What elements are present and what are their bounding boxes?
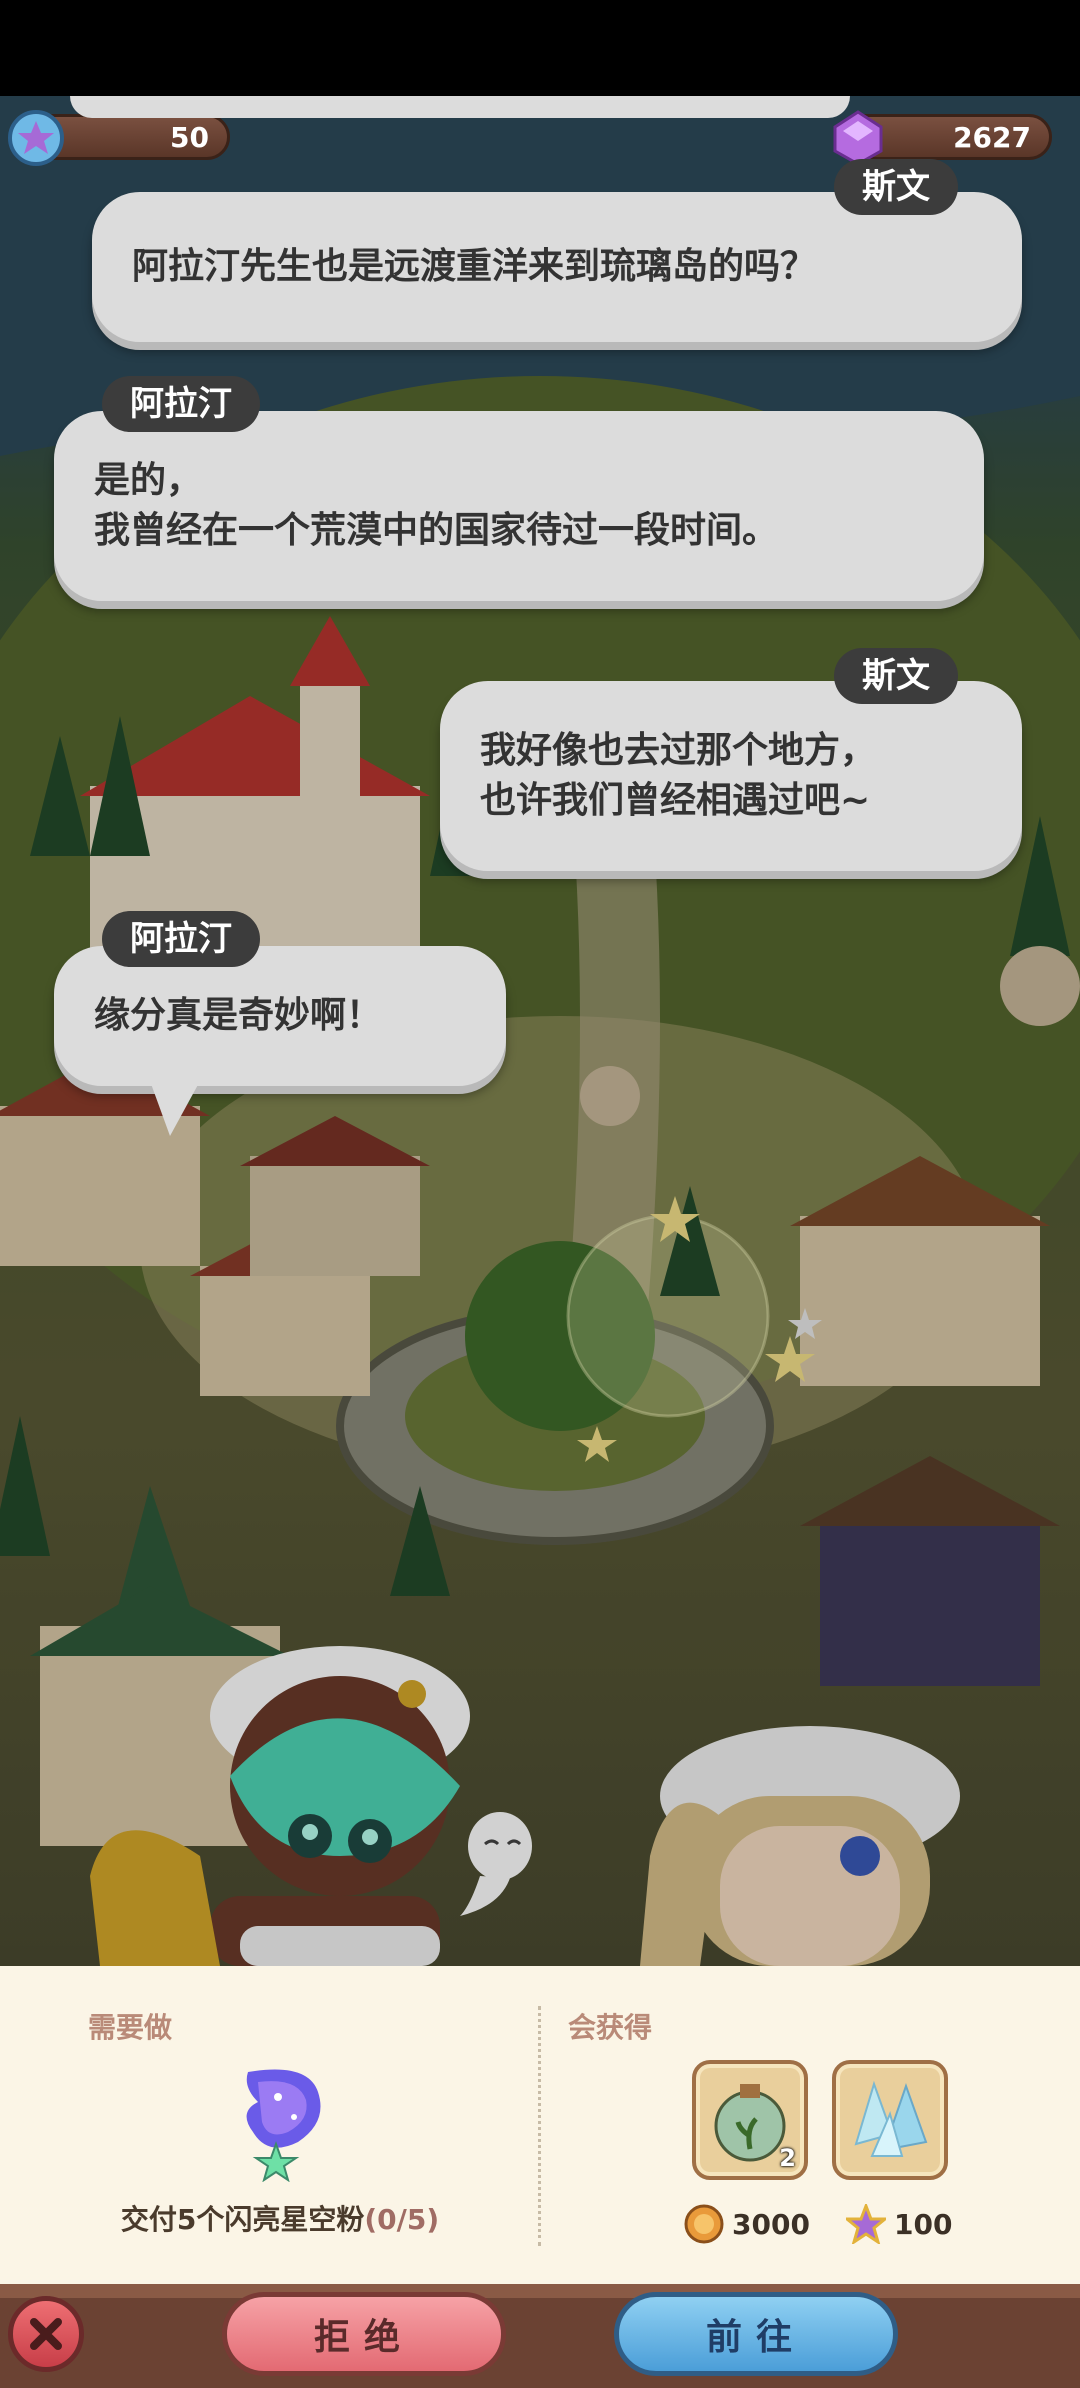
reward-title: 会获得 — [568, 2011, 653, 2044]
coin-amount: 3000 — [732, 2207, 810, 2241]
speaker-tag-sven: 斯文 — [834, 648, 958, 704]
dialogue-bubble-2[interactable]: 是的， 我曾经在一个荒漠中的国家待过一段时间。 — [54, 411, 984, 601]
star-reward: 100 — [846, 2204, 952, 2244]
dialogue-line: 阿拉汀先生也是远渡重洋来到琉璃岛的吗？ — [132, 246, 817, 287]
task-progress: (0/5) — [364, 2203, 440, 2236]
status-bar — [0, 0, 1080, 96]
speaker-tag-aladdin: 阿拉汀 — [102, 911, 260, 967]
coin-icon — [684, 2204, 724, 2244]
reward-item-1[interactable]: 2 — [692, 2060, 808, 2180]
refuse-button[interactable]: 拒绝 — [222, 2292, 506, 2376]
task-description: 交付5个闪亮星空粉(0/5) — [40, 2198, 520, 2238]
close-button[interactable] — [8, 2296, 84, 2372]
panel-divider — [538, 2006, 541, 2246]
dialogue-bubble-4[interactable]: 缘分真是奇妙啊！ — [54, 946, 506, 1086]
dialogue-line: 我曾经在一个荒漠中的国家待过一段时间。 — [94, 510, 779, 551]
speaker-tag-sven: 斯文 — [834, 159, 958, 215]
go-button[interactable]: 前往 — [614, 2292, 898, 2376]
star-orb-icon — [8, 110, 64, 166]
game-scene: 50 2627 阿拉汀先生也是远渡重洋来到琉璃岛的吗？ 斯文 是的， 我曾经在一… — [0, 96, 1080, 1966]
star-amount: 100 — [894, 2207, 953, 2241]
bubble-tail — [150, 1081, 200, 1136]
starry-powder-icon — [246, 2069, 321, 2182]
task-label: 交付5个闪亮星空粉 — [120, 2203, 365, 2236]
gem-count: 2627 — [953, 120, 1031, 154]
todo-title: 需要做 — [88, 2011, 173, 2044]
dialogue-line: 也许我们曾经相遇过吧~ — [480, 780, 871, 821]
star-count: 50 — [170, 120, 209, 154]
reward-item-2[interactable] — [832, 2060, 948, 2180]
star-currency[interactable]: 50 — [8, 110, 230, 166]
crystal-shards-icon — [854, 2080, 928, 2157]
speaker-tag-aladdin: 阿拉汀 — [102, 376, 260, 432]
previous-bubble-edge — [70, 96, 850, 118]
dialogue-line: 是的， — [94, 460, 203, 501]
gem-currency[interactable]: 2627 — [833, 110, 1052, 166]
dialogue-bubble-3[interactable]: 我好像也去过那个地方， 也许我们曾经相遇过吧~ — [440, 681, 1022, 871]
dialogue-line: 缘分真是奇妙啊！ — [94, 995, 383, 1036]
dialogue-line: 我好像也去过那个地方， — [480, 730, 877, 771]
close-icon — [30, 2318, 62, 2350]
coin-reward: 3000 — [684, 2204, 810, 2244]
reward-count: 2 — [779, 2144, 796, 2172]
quest-panel: 需要做 会获得 交付5个闪亮星空粉(0/5) 2 3000 100 — [0, 1966, 1080, 2284]
star-icon — [846, 2204, 886, 2244]
action-bar — [0, 2284, 1080, 2388]
